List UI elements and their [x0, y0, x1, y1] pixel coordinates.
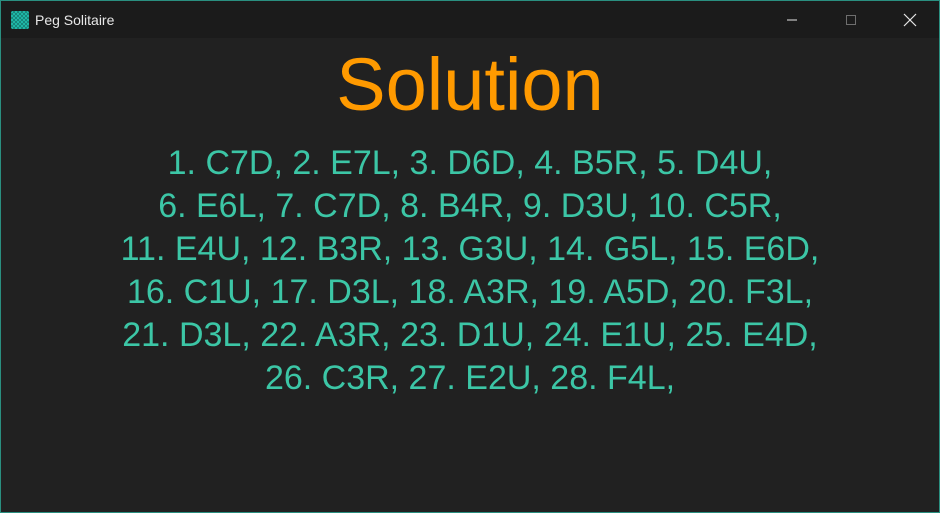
maximize-icon	[845, 14, 856, 25]
solution-line: 21. D3L, 22. A3R, 23. D1U, 24. E1U, 25. …	[122, 316, 818, 354]
solution-line: 11. E4U, 12. B3R, 13. G3U, 14. G5L, 15. …	[120, 230, 820, 268]
maximize-button[interactable]	[821, 1, 880, 38]
close-icon	[903, 13, 916, 26]
title-bar[interactable]: Peg Solitaire	[1, 1, 939, 38]
solution-line: 1. C7D, 2. E7L, 3. D6D, 4. B5R, 5. D4U,	[167, 144, 773, 182]
solution-line: 16. C1U, 17. D3L, 18. A3R, 19. A5D, 20. …	[126, 273, 814, 311]
close-button[interactable]	[880, 1, 939, 38]
app-window: Peg Solitaire Solution 1. C7D, 2. E7L, 3…	[0, 0, 940, 513]
window-controls	[762, 1, 939, 38]
window-title: Peg Solitaire	[35, 11, 115, 28]
solution-moves: 1. C7D, 2. E7L, 3. D6D, 4. B5R, 5. D4U, …	[1, 142, 939, 400]
solution-panel: Solution 1. C7D, 2. E7L, 3. D6D, 4. B5R,…	[1, 38, 939, 512]
solution-line: 6. E6L, 7. C7D, 8. B4R, 9. D3U, 10. C5R,	[158, 187, 782, 225]
solution-heading: Solution	[336, 43, 604, 126]
minimize-icon	[786, 19, 797, 20]
minimize-button[interactable]	[762, 1, 821, 38]
peg-board-icon	[11, 10, 29, 29]
solution-line: 26. C3R, 27. E2U, 28. F4L,	[264, 359, 676, 397]
